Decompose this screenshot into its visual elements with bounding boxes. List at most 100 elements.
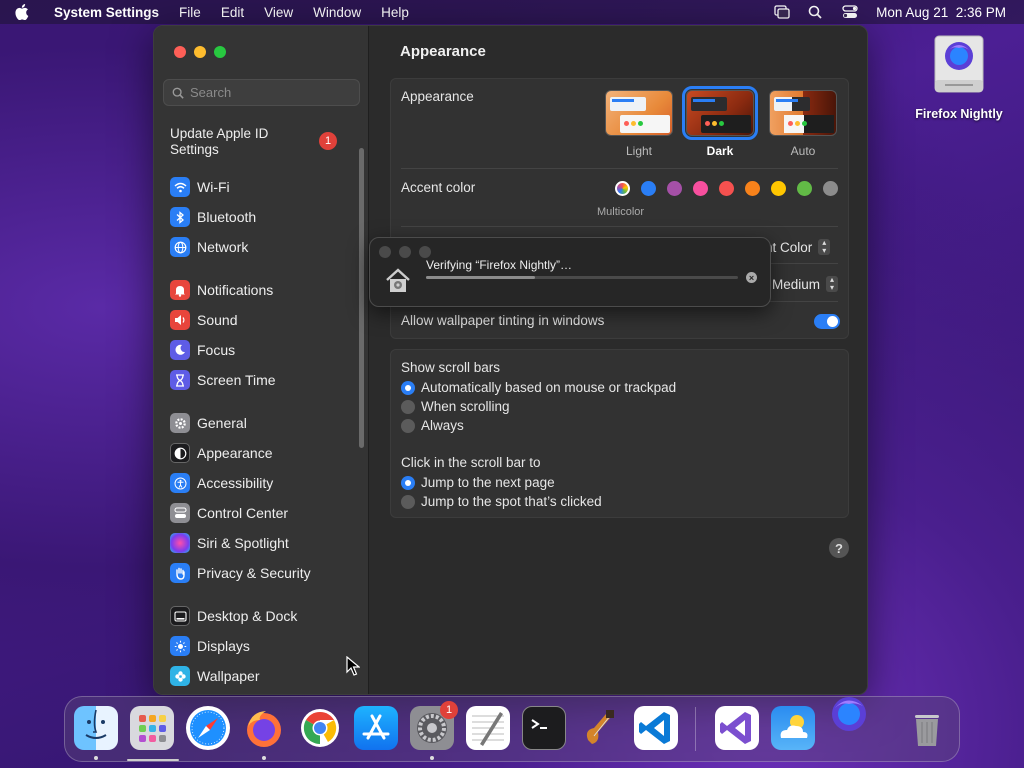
cancel-verify-button[interactable]: × xyxy=(746,272,757,283)
verify-progress-fill xyxy=(426,276,536,279)
apple-menu-icon[interactable] xyxy=(0,4,44,20)
sidebar-item-privacy-security[interactable]: Privacy & Security xyxy=(154,558,359,588)
sidebar-item-wallpaper[interactable]: Wallpaper xyxy=(154,661,359,691)
radio-click-next-page[interactable]: Jump to the next page xyxy=(401,475,555,490)
sidebar-item-bluetooth[interactable]: Bluetooth xyxy=(154,202,359,232)
sidebar-list: Update Apple ID Settings 1 Wi-Fi Bluetoo… xyxy=(154,122,359,691)
sidebar-item-appearance[interactable]: Appearance xyxy=(154,438,359,468)
menu-help[interactable]: Help xyxy=(371,5,419,20)
firefox-nightly-icon[interactable] xyxy=(827,692,871,736)
core-services-icon xyxy=(384,268,412,299)
appearance-label: Appearance xyxy=(401,89,474,104)
chrome-icon[interactable] xyxy=(298,706,342,750)
radio-button[interactable] xyxy=(401,380,415,395)
spotlight-search-icon[interactable] xyxy=(808,5,824,19)
screen-mirroring-icon[interactable] xyxy=(774,5,790,19)
vscode-icon[interactable] xyxy=(634,706,678,750)
sidebar-item-control-center[interactable]: Control Center xyxy=(154,498,359,528)
radio-scroll-auto[interactable]: Automatically based on mouse or trackpad xyxy=(401,380,676,395)
sidebar-item-displays[interactable]: Displays xyxy=(154,631,359,661)
highlight-color-popup[interactable]: nt Color ▴ ▾ xyxy=(765,239,831,255)
moon-icon xyxy=(170,340,190,360)
help-button[interactable]: ? xyxy=(829,538,849,558)
minimize-button[interactable] xyxy=(194,46,206,58)
launchpad-icon[interactable] xyxy=(130,706,174,750)
radio-label: Always xyxy=(421,418,464,433)
accent-purple-swatch[interactable] xyxy=(667,181,682,196)
dialog-window-controls xyxy=(379,246,431,258)
appearance-light-option[interactable] xyxy=(605,90,673,136)
close-button[interactable] xyxy=(379,246,391,258)
sidebar-item-label: Bluetooth xyxy=(197,209,257,225)
accent-green-swatch[interactable] xyxy=(797,181,812,196)
radio-scroll-always[interactable]: Always xyxy=(401,418,464,433)
radio-button[interactable] xyxy=(401,399,415,414)
radio-button[interactable] xyxy=(401,494,415,509)
zoom-button[interactable] xyxy=(214,46,226,58)
terminal-icon[interactable] xyxy=(522,706,566,750)
finder-icon[interactable] xyxy=(74,706,118,750)
menu-view[interactable]: View xyxy=(254,5,303,20)
sidebar-item-label: Focus xyxy=(197,342,236,358)
accessibility-icon xyxy=(170,473,190,493)
appearance-icon xyxy=(170,443,190,463)
sidebar-item-apple-id[interactable]: Update Apple ID Settings 1 xyxy=(154,122,359,160)
sidebar-item-label: Wallpaper xyxy=(197,668,260,684)
desktop-icon-firefox-nightly[interactable]: Firefox Nightly xyxy=(906,34,1012,121)
radio-button[interactable] xyxy=(401,418,415,433)
search-input[interactable] xyxy=(190,85,350,100)
sidebar-icon-size-value: Medium xyxy=(772,276,821,292)
wallpaper-tinting-label: Allow wallpaper tinting in windows xyxy=(401,313,605,328)
dock-icon xyxy=(170,606,190,626)
trash-icon[interactable] xyxy=(905,706,949,750)
appearance-light-label: Light xyxy=(625,144,653,158)
sidebar-item-network[interactable]: Network xyxy=(154,232,359,262)
sidebar-item-general[interactable]: General xyxy=(154,408,359,438)
radio-click-spot[interactable]: Jump to the spot that’s clicked xyxy=(401,494,602,509)
click-scroll-bar-label: Click in the scroll bar to xyxy=(401,455,541,470)
sidebar-item-screen-time[interactable]: Screen Time xyxy=(154,365,359,395)
sidebar-item-notifications[interactable]: Notifications xyxy=(154,275,359,305)
accent-red-swatch[interactable] xyxy=(719,181,734,196)
sidebar-item-sound[interactable]: Sound xyxy=(154,305,359,335)
sidebar-item-accessibility[interactable]: Accessibility xyxy=(154,468,359,498)
garageband-icon[interactable] xyxy=(578,706,622,750)
textedit-icon[interactable] xyxy=(466,706,510,750)
control-center-icon[interactable] xyxy=(842,5,858,19)
accent-pink-swatch[interactable] xyxy=(693,181,708,196)
radio-button[interactable] xyxy=(401,475,415,490)
menu-app-name[interactable]: System Settings xyxy=(44,5,169,20)
wallpaper-tinting-toggle[interactable] xyxy=(814,314,840,329)
sidebar-item-focus[interactable]: Focus xyxy=(154,335,359,365)
updown-arrows-icon: ▴ ▾ xyxy=(826,276,839,292)
sidebar-item-siri-spotlight[interactable]: Siri & Spotlight xyxy=(154,528,359,558)
sidebar-icon-size-popup[interactable]: Medium ▴ ▾ xyxy=(772,276,839,292)
minimize-button[interactable] xyxy=(399,246,411,258)
app-store-icon[interactable] xyxy=(354,706,398,750)
visual-studio-icon[interactable] xyxy=(715,706,759,750)
radio-scroll-when-scrolling[interactable]: When scrolling xyxy=(401,399,510,414)
search-field[interactable] xyxy=(163,79,360,106)
close-button[interactable] xyxy=(174,46,186,58)
sidebar-item-wifi[interactable]: Wi-Fi xyxy=(154,172,359,202)
appearance-auto-option[interactable] xyxy=(769,90,837,136)
accent-orange-swatch[interactable] xyxy=(745,181,760,196)
accent-graphite-swatch[interactable] xyxy=(823,181,838,196)
safari-icon[interactable] xyxy=(186,706,230,750)
sidebar-item-desktop-dock[interactable]: Desktop & Dock xyxy=(154,601,359,631)
weather-icon[interactable] xyxy=(771,706,815,750)
page-title: Appearance xyxy=(400,43,486,60)
appearance-dark-option[interactable] xyxy=(682,86,758,140)
menu-file[interactable]: File xyxy=(169,5,211,20)
accent-yellow-swatch[interactable] xyxy=(771,181,786,196)
zoom-button[interactable] xyxy=(419,246,431,258)
accent-multicolor-swatch[interactable] xyxy=(615,181,630,196)
wifi-icon xyxy=(170,177,190,197)
menu-clock[interactable]: Mon Aug 21 2:36 PM xyxy=(876,5,1006,20)
accent-blue-swatch[interactable] xyxy=(641,181,656,196)
sidebar-scrollbar[interactable] xyxy=(359,148,364,448)
menu-edit[interactable]: Edit xyxy=(211,5,254,20)
menu-window[interactable]: Window xyxy=(303,5,371,20)
globe-icon xyxy=(170,237,190,257)
firefox-icon[interactable] xyxy=(242,706,286,750)
